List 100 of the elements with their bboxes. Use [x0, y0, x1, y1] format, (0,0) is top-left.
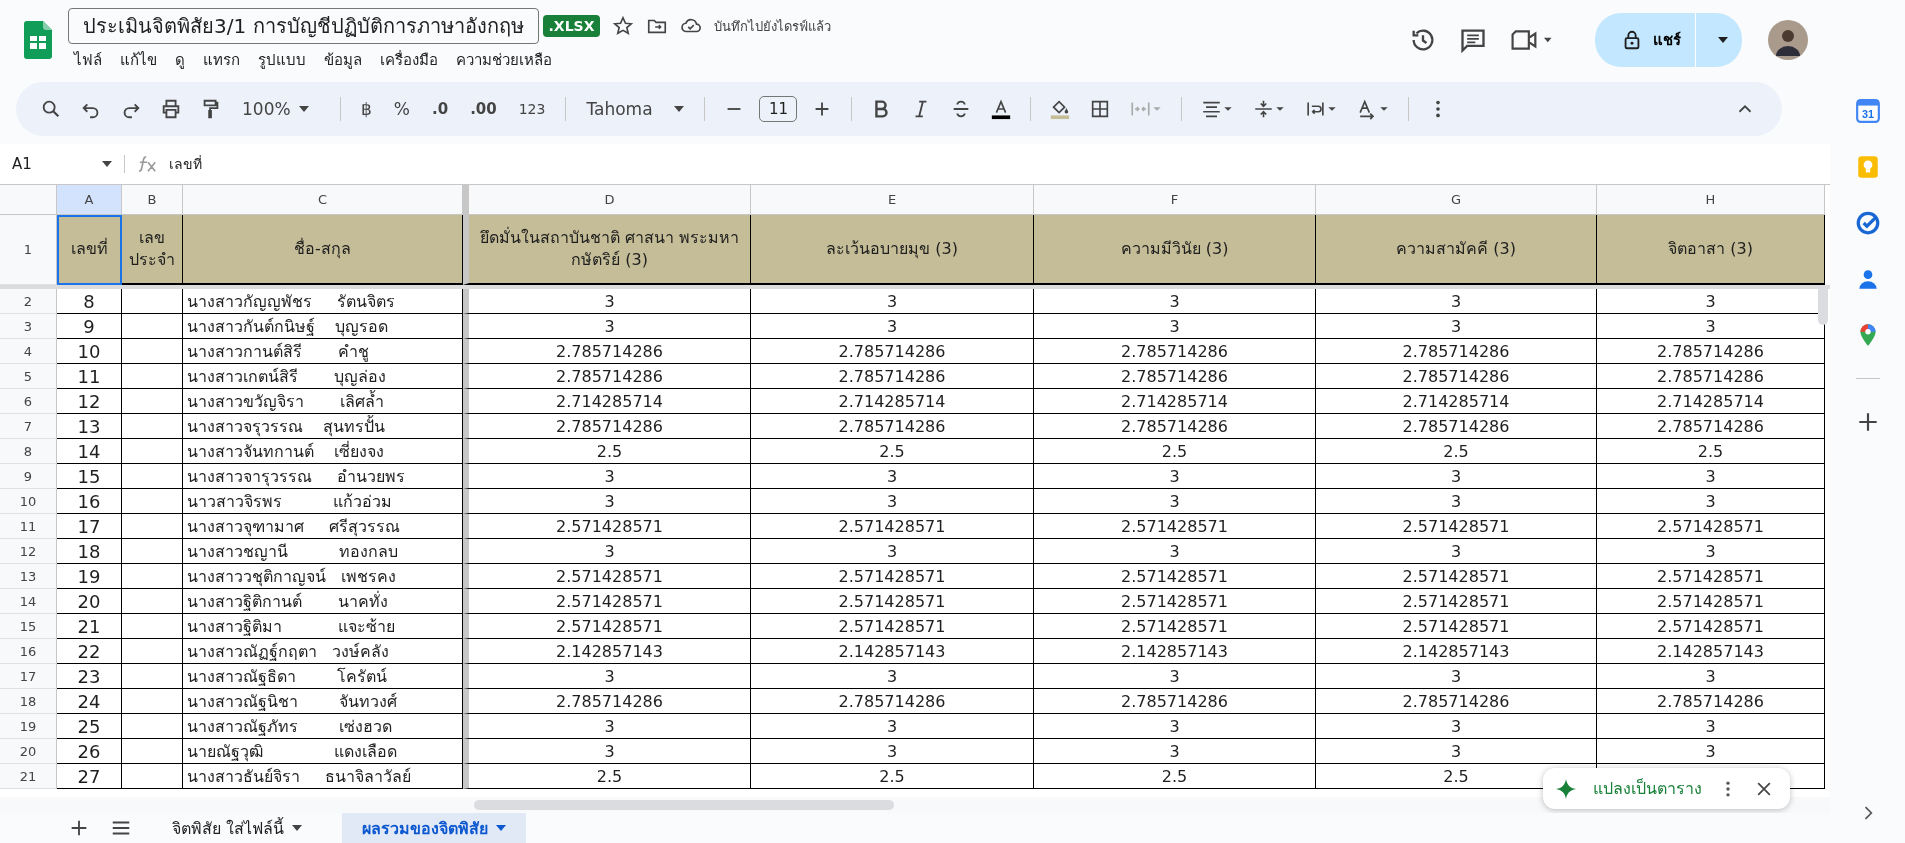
sheet-tab[interactable]: จิตพิสัย ใส่ไฟล์นี้ — [152, 813, 323, 843]
zoom-dropdown[interactable]: 100% — [236, 99, 326, 119]
caret-icon — [1718, 37, 1728, 43]
percent-button[interactable]: % — [387, 99, 416, 119]
tasks-icon[interactable] — [1854, 210, 1881, 236]
row-header[interactable]: 1 — [0, 215, 57, 285]
table-cell: 3 — [1597, 714, 1825, 739]
header-cell[interactable]: เลขที่ — [57, 215, 122, 285]
empty-cell — [122, 339, 183, 364]
row-header[interactable]: 19 — [0, 714, 57, 739]
empty-cell — [122, 689, 183, 714]
calendar-icon[interactable]: 31 — [1854, 98, 1881, 124]
row-header[interactable]: 11 — [0, 514, 57, 539]
column-header[interactable]: E — [751, 185, 1034, 215]
sheet-tab[interactable]: ผลรวมของจิตพิสัย — [342, 813, 527, 843]
column-header[interactable]: A — [57, 185, 122, 215]
table-cell: 2.785714286 — [1316, 689, 1597, 714]
menu-item[interactable]: แก้ไข — [120, 48, 157, 72]
header-cell[interactable]: ยึดมั่นในสถาบันชาติ ศาสนา พระมหากษัตริย์ (3) — [463, 215, 751, 285]
table-cell: 2.571428571 — [751, 564, 1034, 589]
row-header[interactable]: 5 — [0, 364, 57, 389]
menu-item[interactable]: ไฟล์ — [74, 48, 102, 72]
column-header[interactable]: H — [1597, 185, 1825, 215]
avatar-icon[interactable] — [1768, 20, 1808, 60]
column-header[interactable]: C — [183, 185, 463, 215]
number-format-button[interactable]: 123 — [512, 101, 552, 117]
table-cell: 2.714285714 — [463, 389, 751, 414]
row-header[interactable]: 4 — [0, 339, 57, 364]
table-cell: 2.571428571 — [1316, 514, 1597, 539]
currency-button[interactable]: ฿ — [355, 99, 378, 119]
header-cell[interactable]: จิตอาสา (3) — [1597, 215, 1825, 285]
row-header[interactable]: 20 — [0, 739, 57, 764]
table-cell: 3 — [1316, 489, 1597, 514]
menu-item[interactable]: รูปแบบ — [258, 48, 306, 72]
header-cell[interactable]: ละเว้นอบายมุข (3) — [751, 215, 1034, 285]
increase-decimal-button[interactable]: .00 — [464, 100, 503, 118]
row-header[interactable]: 14 — [0, 589, 57, 614]
scrollbar-thumb[interactable] — [1818, 285, 1828, 325]
empty-cell — [122, 514, 183, 539]
menu-item[interactable]: ความช่วยเหลือ — [456, 48, 552, 72]
table-cell: 15 — [57, 464, 122, 489]
table-cell: 3 — [1034, 739, 1316, 764]
table-cell: 17 — [57, 514, 122, 539]
video-call-icon[interactable] — [1509, 27, 1553, 53]
row-header[interactable]: 3 — [0, 314, 57, 339]
table-cell: 2.785714286 — [751, 414, 1034, 439]
fill-color-icon[interactable] — [1049, 98, 1072, 120]
row-header[interactable]: 21 — [0, 764, 57, 789]
menu-item[interactable]: ดู — [175, 48, 185, 72]
row-header[interactable]: 16 — [0, 639, 57, 664]
row-header[interactable]: 10 — [0, 489, 57, 514]
menu-item[interactable]: เครื่องมือ — [380, 48, 438, 72]
table-cell: นางสาวชญานี ทองกลบ — [183, 539, 463, 564]
formula-field[interactable]: เลขที่ — [169, 153, 202, 175]
row-header[interactable]: 2 — [0, 289, 57, 314]
name-box[interactable]: A1 — [0, 155, 125, 173]
menu-item[interactable]: แทรก — [203, 48, 240, 72]
table-cell: 2.785714286 — [1316, 364, 1597, 389]
table-cell: 3 — [751, 664, 1034, 689]
font-dropdown[interactable]: Tahoma — [580, 99, 691, 119]
empty-cell — [122, 539, 183, 564]
text-color-icon[interactable] — [990, 98, 1013, 120]
row-header[interactable]: 12 — [0, 539, 57, 564]
row-header[interactable]: 18 — [0, 689, 57, 714]
scrollbar-thumb[interactable] — [474, 800, 894, 810]
decrease-decimal-button[interactable]: .0 — [426, 100, 455, 118]
save-status: บันทึกไปยังไดรฟ์แล้ว — [714, 17, 832, 36]
print-icon[interactable] — [160, 98, 182, 120]
table-cell: 2.571428571 — [1316, 614, 1597, 639]
empty-cell — [122, 314, 183, 339]
header-cell[interactable]: ชื่อ-สกุล — [183, 215, 463, 285]
sheets-logo-icon[interactable] — [24, 21, 52, 59]
header-cell[interactable]: เลข ประจำ — [122, 215, 183, 285]
caret-icon — [674, 106, 685, 112]
column-header[interactable]: D — [463, 185, 751, 215]
row-header[interactable]: 15 — [0, 614, 57, 639]
search-icon[interactable] — [40, 98, 62, 120]
table-cell: 2.785714286 — [463, 364, 751, 389]
row-header[interactable]: 7 — [0, 414, 57, 439]
column-header[interactable]: B — [122, 185, 183, 215]
row-header[interactable]: 13 — [0, 564, 57, 589]
document-title-field[interactable]: ประเมินจิตพิสัย3/1 การบัญชีปฏิบัติการภาษาอังกฤษ — [68, 8, 539, 44]
table-cell: 2.714285714 — [1034, 389, 1316, 414]
column-header[interactable]: G — [1316, 185, 1597, 215]
table-cell: 24 — [57, 689, 122, 714]
table-cell: 2.785714286 — [1034, 689, 1316, 714]
table-cell: 3 — [1316, 314, 1597, 339]
column-header[interactable]: F — [1034, 185, 1316, 215]
header-cell[interactable]: ความสามัคคี (3) — [1316, 215, 1597, 285]
table-cell: นางสาวณัฏฐ์กฤตา วงษ์คลัง — [183, 639, 463, 664]
row-header[interactable]: 9 — [0, 464, 57, 489]
table-cell: 2.571428571 — [1316, 589, 1597, 614]
menu-item[interactable]: ข้อมูล — [324, 48, 362, 72]
font-size-field[interactable]: 11 — [759, 96, 798, 122]
row-header[interactable]: 17 — [0, 664, 57, 689]
star-icon[interactable] — [612, 15, 635, 37]
header-cell[interactable]: ความมีวินัย (3) — [1034, 215, 1316, 285]
row-header[interactable]: 8 — [0, 439, 57, 464]
row-header[interactable]: 6 — [0, 389, 57, 414]
table-cell: 3 — [1597, 464, 1825, 489]
